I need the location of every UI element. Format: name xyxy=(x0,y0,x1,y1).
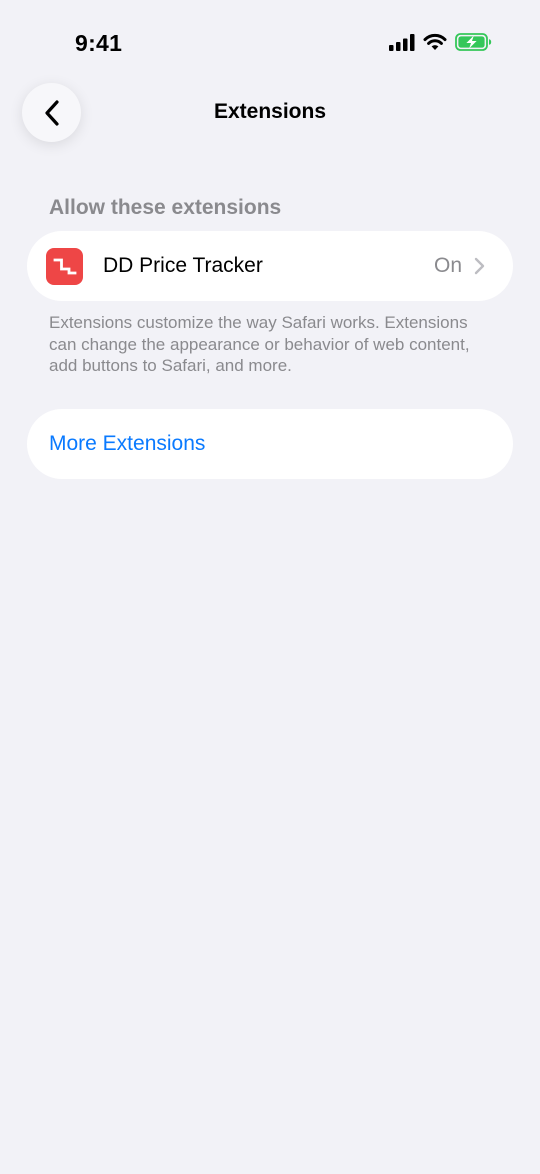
navigation-bar: Extensions xyxy=(0,82,540,144)
section-header: Allow these extensions xyxy=(49,196,282,219)
page-title: Extensions xyxy=(213,100,327,123)
battery-charging-icon xyxy=(455,33,492,51)
status-icons xyxy=(389,33,492,51)
price-tracker-icon xyxy=(46,248,83,285)
section-footer: Extensions customize the way Safari work… xyxy=(49,313,470,375)
status-bar: 9:41 xyxy=(0,0,540,88)
extension-status: On xyxy=(433,254,462,277)
more-extensions-button[interactable]: More Extensions xyxy=(27,409,513,479)
status-time: 9:41 xyxy=(75,30,123,56)
cellular-signal-icon xyxy=(389,33,415,51)
more-extensions-label: More Extensions xyxy=(49,432,206,455)
extension-row-dd-price-tracker[interactable]: DD Price Tracker On xyxy=(27,231,513,301)
wifi-icon xyxy=(423,33,447,50)
extension-name: DD Price Tracker xyxy=(103,254,263,277)
chevron-right-icon xyxy=(474,257,485,275)
